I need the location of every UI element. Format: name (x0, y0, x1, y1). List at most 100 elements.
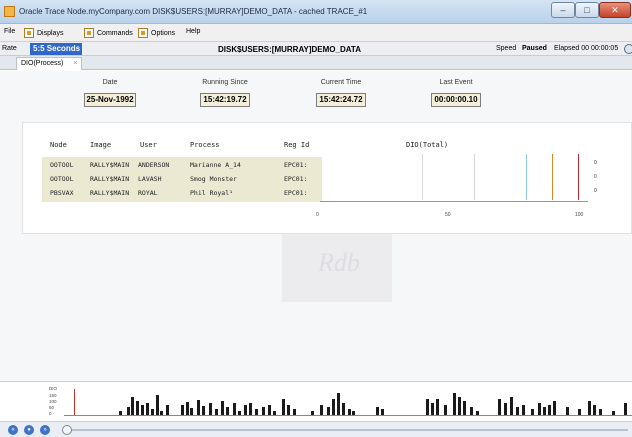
table-row[interactable]: OOTOOL RALLY$MAIN ANDERSON Marianne A_14… (42, 159, 322, 171)
dio-marker-line (526, 154, 527, 200)
cell-process: Marianne A_14 (190, 161, 241, 169)
timeline-bar (293, 409, 296, 415)
navigation-icon[interactable] (624, 44, 632, 54)
timeline-bar (543, 407, 546, 415)
cell-image: RALLY$MAIN (90, 161, 130, 169)
timeline-bar (119, 411, 122, 415)
close-button[interactable]: ✕ (599, 2, 631, 18)
options-icon (138, 28, 148, 38)
running-since-label: Running Since (202, 79, 248, 86)
header-user: User (140, 141, 157, 149)
timeline-bar (181, 405, 184, 415)
fast-forward-button[interactable]: » (40, 425, 50, 435)
timeline-bar (453, 393, 456, 415)
dio-marker-line (578, 154, 579, 200)
dio-gridline (474, 154, 475, 200)
timeline-bar (287, 405, 290, 415)
menu-displays[interactable]: Displays (24, 28, 63, 38)
date-field: Date 25-Nov-1992 (84, 79, 136, 107)
cell-process: Phil Royal¹ (190, 189, 234, 197)
timeline-bar (599, 409, 602, 415)
timeline-slider-thumb[interactable] (62, 425, 72, 435)
timeline-bar (273, 411, 276, 415)
watermark-logo: Rdb (318, 248, 360, 277)
timeline-bar (141, 405, 144, 415)
rate-value[interactable]: 5:5 Seconds (30, 43, 82, 55)
cell-node: OOTOOL (50, 175, 74, 183)
timeline-bar (202, 406, 205, 415)
timeline-bar (436, 399, 439, 415)
dio-axis (320, 201, 588, 202)
displays-icon (24, 28, 34, 38)
menu-options[interactable]: Options (138, 28, 175, 38)
table-row[interactable]: PBSVAX RALLY$MAIN ROYAL Phil Royal¹ EPC0… (42, 187, 322, 199)
window-titlebar[interactable]: Oracle Trace Node.myCompany.com DISK$USE… (0, 0, 632, 24)
dio-tick-label: 100 (575, 212, 584, 218)
timeline-bar (522, 405, 525, 415)
timeline-tick-label: 150 (49, 393, 57, 398)
timeline-bar (352, 411, 355, 415)
dio-gridline (422, 154, 423, 200)
table-row[interactable]: OOTOOL RALLY$MAIN LAVASH Smog Monster EP… (42, 173, 322, 185)
timeline-bar (190, 408, 193, 415)
cell-image: RALLY$MAIN (90, 189, 130, 197)
timeline-bar (197, 400, 200, 415)
timeline-bar (244, 405, 247, 415)
timeline-baseline (64, 415, 632, 416)
timeline-bar (166, 405, 169, 415)
timeline-bar (516, 407, 519, 415)
menu-file[interactable]: File (4, 28, 15, 35)
process-rows: OOTOOL RALLY$MAIN ANDERSON Marianne A_14… (42, 157, 322, 202)
timeline-tick-label: 0 (49, 411, 52, 416)
timeline-bar (538, 403, 541, 415)
timeline-bar (327, 407, 330, 415)
date-value: 25-Nov-1992 (84, 93, 136, 107)
cell-reg-id: EPC01: (284, 161, 308, 169)
play-button[interactable]: ● (24, 425, 34, 435)
timeline-bar (548, 405, 551, 415)
menu-help[interactable]: Help (186, 28, 200, 35)
tab-strip: DIO(Process) × (0, 56, 632, 70)
cell-process: Smog Monster (190, 175, 237, 183)
timeline-bar (226, 407, 229, 415)
timeline-bar (588, 401, 591, 415)
current-time-label: Current Time (320, 79, 362, 86)
tab-close-icon[interactable]: × (73, 58, 77, 70)
timeline-cursor[interactable] (74, 389, 75, 415)
cell-user: LAVASH (138, 175, 162, 183)
timeline-bar (531, 409, 534, 415)
timeline-bar (444, 405, 447, 415)
timeline-bar (221, 401, 224, 415)
timeline-bar (470, 407, 473, 415)
dio-tick-label: 0 (316, 212, 319, 218)
rewind-button[interactable]: « (8, 425, 18, 435)
timeline-bar (476, 411, 479, 415)
timeline-bar (504, 403, 507, 415)
timeline-tick-label: 50 (49, 405, 55, 410)
menu-options-label: Options (151, 29, 176, 37)
timeline-bar (160, 411, 163, 415)
menu-bar: File Displays Commands Options Help (0, 24, 632, 42)
timeline-axis-label: DIO (49, 386, 58, 391)
cell-node: OOTOOL (50, 161, 74, 169)
menu-displays-label: Displays (37, 29, 64, 37)
date-label: Date (102, 79, 118, 86)
timeline-bar (381, 409, 384, 415)
menu-commands[interactable]: Commands (84, 28, 133, 38)
timeline-tick-label: 100 (49, 399, 57, 404)
timeline-bar (426, 399, 429, 415)
row-dio-value: 0 (594, 188, 597, 194)
timeline-bar (376, 407, 379, 415)
minimize-button[interactable]: – (551, 2, 575, 18)
current-time-value: 15:42:24.72 (316, 93, 366, 107)
header-dio-total: DIO(Total) (406, 141, 449, 149)
header-process: Process (190, 141, 220, 149)
window-title: Oracle Trace Node.myCompany.com DISK$USE… (19, 7, 368, 16)
header-image: Image (90, 141, 112, 149)
tab-dio-process[interactable]: DIO(Process) × (16, 57, 83, 70)
timeline-bar (463, 401, 466, 415)
maximize-button[interactable]: □ (575, 2, 599, 18)
timeline-bar (262, 407, 265, 415)
timeline-bar (209, 403, 212, 415)
timeline-slider[interactable] (66, 429, 628, 431)
